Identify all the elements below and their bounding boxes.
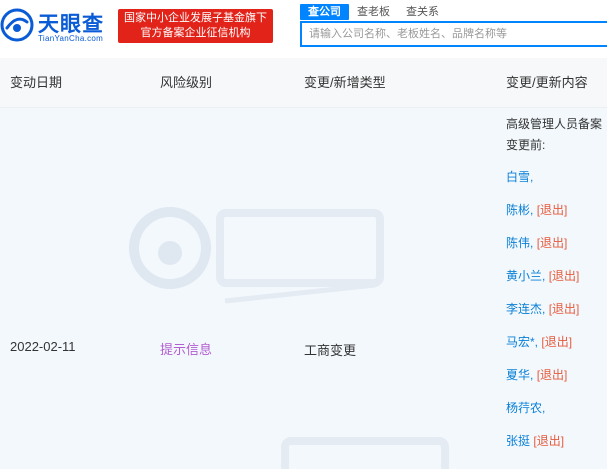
table-row: 2022-02-11 提示信息 工商变更 高级管理人员备案 变更前: 白雪, 陈…	[0, 108, 607, 469]
person-name[interactable]: 杨荇农,	[506, 401, 545, 415]
logo-mark-icon	[0, 8, 34, 42]
change-type: 工商变更	[304, 343, 357, 358]
logo-subtitle: TianYanCha.com	[38, 34, 104, 43]
list-item: 陈伟, [退出]	[506, 234, 567, 251]
col-header-content: 变更/更新内容	[506, 75, 588, 90]
col-header-date: 变动日期	[10, 75, 63, 90]
quit-tag: [退出]	[536, 203, 568, 217]
risk-level[interactable]: 提示信息	[160, 339, 212, 358]
quit-tag: [退出]	[533, 434, 565, 448]
content-title: 高级管理人员备案	[506, 117, 603, 131]
header: 天眼查 TianYanCha.com 国家中小企业发展子基金旗下 官方备案企业征…	[0, 0, 607, 58]
list-item: 黄小兰, [退出]	[506, 267, 579, 284]
col-header-risk: 风险级别	[160, 75, 213, 90]
list-item: 杨荇农,	[506, 399, 545, 416]
person-name[interactable]: 马宏*,	[506, 335, 538, 349]
list-item: 白雪,	[506, 168, 533, 185]
quit-tag: [退出]	[548, 269, 580, 283]
person-name[interactable]: 陈伟,	[506, 236, 533, 250]
list-item: 陈彬, [退出]	[506, 201, 567, 218]
person-name[interactable]: 张挺	[506, 434, 530, 448]
search-input[interactable]	[302, 23, 607, 45]
person-name[interactable]: 黄小兰,	[506, 269, 545, 283]
badge-line-1: 国家中小企业发展子基金旗下	[124, 12, 267, 24]
list-item: 张挺 [退出]	[506, 432, 564, 449]
badge-line-2: 官方备案企业征信机构	[140, 27, 251, 39]
quit-tag: [退出]	[541, 335, 573, 349]
quit-tag: [退出]	[548, 302, 580, 316]
certification-badge: 国家中小企业发展子基金旗下 官方备案企业征信机构	[118, 9, 273, 43]
quit-tag: [退出]	[536, 368, 568, 382]
col-header-type: 变更/新增类型	[304, 75, 386, 90]
search-box	[300, 21, 607, 47]
list-item: 李连杰, [退出]	[506, 300, 579, 317]
change-date: 2022-02-11	[10, 339, 76, 354]
search-tabs: 查公司 查老板 查关系	[300, 4, 447, 20]
tab-relation[interactable]: 查关系	[398, 4, 447, 20]
person-name[interactable]: 白雪,	[506, 170, 533, 184]
list-item: 夏华, [退出]	[506, 366, 567, 383]
list-item: 马宏*, [退出]	[506, 333, 572, 350]
quit-tag: [退出]	[536, 236, 568, 250]
watermark-logo-icon	[129, 207, 384, 304]
person-name[interactable]: 陈彬,	[506, 203, 533, 217]
content-before-label: 变更前:	[506, 138, 546, 152]
table-header: 变动日期 风险级别 变更/新增类型 变更/更新内容	[0, 58, 607, 108]
watermark-logo-icon	[281, 437, 449, 469]
tab-company[interactable]: 查公司	[300, 4, 349, 20]
logo[interactable]: 天眼查 TianYanCha.com	[0, 6, 112, 46]
tab-boss[interactable]: 查老板	[349, 4, 398, 20]
person-name[interactable]: 李连杰,	[506, 302, 545, 316]
person-name[interactable]: 夏华,	[506, 368, 533, 382]
